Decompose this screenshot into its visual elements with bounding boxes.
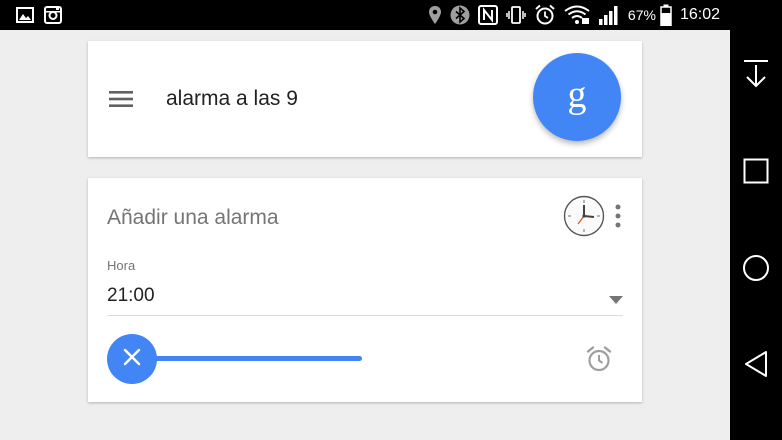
gallery-icon <box>16 7 34 23</box>
google-voice-button[interactable]: g <box>533 53 621 141</box>
home-icon[interactable] <box>730 246 782 290</box>
alarm-clock-icon <box>534 4 556 26</box>
time-field-label: Hora <box>107 258 136 273</box>
vibrate-icon <box>506 5 526 25</box>
signal-icon <box>598 5 620 25</box>
instagram-icon <box>44 6 62 24</box>
status-bar: 67% 16:02 <box>0 0 730 30</box>
more-options-icon[interactable] <box>612 202 624 230</box>
status-icons-left <box>16 6 62 24</box>
alarm-card-title: Añadir una alarma <box>107 206 279 229</box>
cancel-slider-knob[interactable] <box>107 334 157 384</box>
battery-percent: 67% <box>627 7 656 23</box>
hamburger-menu-icon[interactable] <box>109 89 133 109</box>
dropdown-arrow-icon <box>609 291 623 304</box>
alarm-card: Añadir una alarma Hora 21:00 <box>88 178 642 402</box>
status-icons-right: 67% 16:02 <box>428 4 720 26</box>
nfc-icon <box>477 5 498 25</box>
google-g-icon: g <box>567 74 587 116</box>
wifi-icon <box>564 5 590 25</box>
back-icon[interactable] <box>730 342 782 386</box>
search-query-text[interactable]: alarma a las 9 <box>166 85 298 113</box>
confirm-slider-track[interactable] <box>130 356 362 361</box>
recents-icon[interactable] <box>730 149 782 193</box>
time-dropdown[interactable]: 21:00 <box>107 280 623 316</box>
search-card: alarma a las 9 g <box>88 41 642 157</box>
navigation-bar <box>730 0 782 440</box>
location-icon <box>428 5 442 25</box>
time-value: 21:00 <box>107 285 155 306</box>
battery-icon <box>660 4 672 26</box>
clock-app-icon[interactable] <box>563 195 605 237</box>
bluetooth-icon <box>450 5 470 25</box>
alarm-confirm-icon[interactable] <box>585 345 613 373</box>
download-icon[interactable] <box>730 52 782 96</box>
close-icon <box>123 348 141 371</box>
clock-time: 16:02 <box>679 6 720 23</box>
